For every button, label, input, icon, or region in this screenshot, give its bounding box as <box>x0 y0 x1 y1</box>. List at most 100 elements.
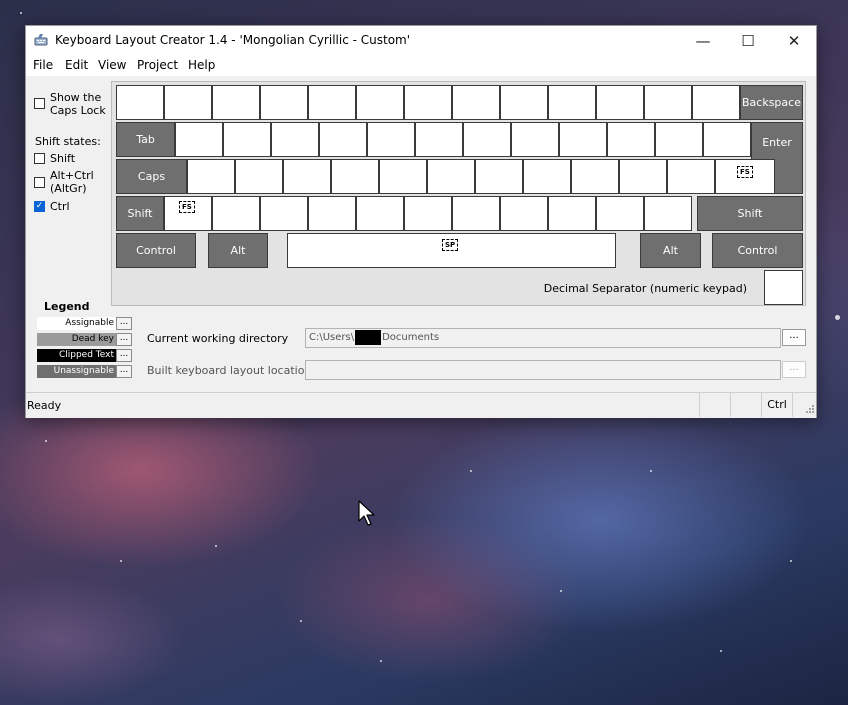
menu-edit[interactable]: Edit <box>65 58 88 72</box>
legend-clipped-text-button[interactable]: ... <box>116 349 132 362</box>
key[interactable] <box>260 196 308 231</box>
background-star <box>650 470 652 472</box>
legend-clipped-text: Clipped Text <box>37 349 117 362</box>
key[interactable] <box>655 122 703 157</box>
cwd-browse-button[interactable]: ... <box>782 329 806 346</box>
background-star <box>380 660 382 662</box>
menu-help[interactable]: Help <box>188 58 215 72</box>
key[interactable] <box>500 85 548 120</box>
show-caps-lock-checkbox[interactable] <box>34 98 45 109</box>
key[interactable] <box>475 159 523 194</box>
key[interactable] <box>116 85 164 120</box>
key[interactable] <box>212 85 260 120</box>
key[interactable] <box>415 122 463 157</box>
menu-view[interactable]: View <box>98 58 126 72</box>
menu-project[interactable]: Project <box>137 58 178 72</box>
caps-key[interactable]: Caps <box>116 159 187 194</box>
key[interactable] <box>319 122 367 157</box>
key[interactable] <box>164 85 212 120</box>
key[interactable] <box>596 196 644 231</box>
backspace-key[interactable]: Backspace <box>740 85 803 120</box>
key[interactable] <box>308 85 356 120</box>
title-bar[interactable]: Keyboard Layout Creator 1.4 - 'Mongolian… <box>26 26 816 56</box>
resize-grip[interactable] <box>792 393 817 417</box>
key[interactable] <box>619 159 667 194</box>
alt-left-key[interactable]: Alt <box>208 233 268 268</box>
decimal-separator-key[interactable] <box>764 270 803 305</box>
key[interactable]: FS <box>715 159 775 194</box>
key[interactable]: FS <box>164 196 212 231</box>
maximize-icon: ☐ <box>741 32 755 50</box>
status-text: Ready <box>27 399 62 412</box>
spacebar-key[interactable]: SP <box>287 233 616 268</box>
key[interactable] <box>548 196 596 231</box>
key[interactable] <box>692 85 740 120</box>
background-star <box>790 560 792 562</box>
legend-title: Legend <box>44 300 90 313</box>
key[interactable] <box>607 122 655 157</box>
key[interactable] <box>559 122 607 157</box>
key[interactable] <box>235 159 283 194</box>
altgr-checkbox[interactable] <box>34 177 45 188</box>
key[interactable] <box>596 85 644 120</box>
ctrl-checkbox[interactable]: ✓ <box>34 201 45 212</box>
key[interactable] <box>463 122 511 157</box>
key[interactable] <box>331 159 379 194</box>
key[interactable] <box>223 122 271 157</box>
minimize-icon: — <box>695 32 711 50</box>
key[interactable] <box>571 159 619 194</box>
fs-marker: FS <box>179 201 195 213</box>
key[interactable] <box>356 196 404 231</box>
key[interactable] <box>500 196 548 231</box>
menu-file[interactable]: File <box>33 58 53 72</box>
key[interactable] <box>703 122 751 157</box>
key[interactable] <box>187 159 235 194</box>
show-caps-lock-label[interactable]: Show the Caps Lock <box>50 91 106 117</box>
altgr-checkbox-label[interactable]: Alt+Ctrl (AltGr) <box>50 169 94 195</box>
minimize-button[interactable]: — <box>680 26 726 56</box>
key[interactable] <box>548 85 596 120</box>
key[interactable] <box>356 85 404 120</box>
key[interactable] <box>452 196 500 231</box>
shift-right-key[interactable]: Shift <box>697 196 803 231</box>
key[interactable] <box>308 196 356 231</box>
close-button[interactable]: ✕ <box>771 26 817 56</box>
key[interactable] <box>367 122 415 157</box>
key[interactable] <box>404 196 452 231</box>
key[interactable] <box>404 85 452 120</box>
show-caps-lock-label-line2: Caps Lock <box>50 104 106 117</box>
key[interactable] <box>260 85 308 120</box>
shift-left-key[interactable]: Shift <box>116 196 164 231</box>
legend-dead-key-button[interactable]: ... <box>116 333 132 346</box>
control-left-key[interactable]: Control <box>116 233 196 268</box>
shift-checkbox-label[interactable]: Shift <box>50 152 75 165</box>
tab-key[interactable]: Tab <box>116 122 175 157</box>
legend-unassignable-button[interactable]: ... <box>116 365 132 378</box>
key[interactable] <box>271 122 319 157</box>
cwd-field[interactable]: C:\Users\ Documents <box>305 328 781 348</box>
maximize-button[interactable]: ☐ <box>725 26 771 56</box>
options-panel: Show the Caps Lock Shift states: Shift A… <box>26 78 111 298</box>
key[interactable] <box>452 85 500 120</box>
shift-checkbox[interactable] <box>34 153 45 164</box>
key[interactable] <box>427 159 475 194</box>
key[interactable] <box>644 85 692 120</box>
shift-states-label: Shift states: <box>35 135 101 148</box>
key[interactable] <box>644 196 692 231</box>
build-location-field[interactable] <box>305 360 781 380</box>
key[interactable] <box>175 122 223 157</box>
checkmark-icon: ✓ <box>35 201 44 211</box>
control-right-key[interactable]: Control <box>712 233 803 268</box>
key[interactable] <box>511 122 559 157</box>
key[interactable] <box>523 159 571 194</box>
key[interactable] <box>667 159 715 194</box>
key[interactable] <box>379 159 427 194</box>
build-location-label: Built keyboard layout location <box>147 364 312 377</box>
key[interactable] <box>212 196 260 231</box>
key[interactable] <box>283 159 331 194</box>
build-location-browse-button[interactable]: ... <box>782 361 806 378</box>
legend-assignable-button[interactable]: ... <box>116 317 132 330</box>
alt-right-key[interactable]: Alt <box>640 233 701 268</box>
ctrl-checkbox-label[interactable]: Ctrl <box>50 200 70 213</box>
status-cell <box>699 393 730 417</box>
